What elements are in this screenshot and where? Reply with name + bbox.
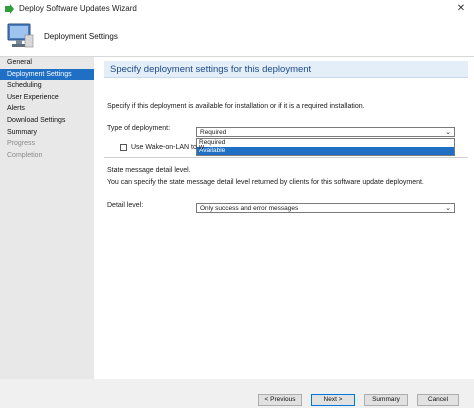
detail-level-label: Detail level: bbox=[107, 202, 144, 209]
type-of-deployment-dropdown[interactable]: Required Available bbox=[196, 138, 455, 156]
chevron-down-icon: ⌄ bbox=[445, 205, 451, 212]
sidebar-item-user-experience[interactable]: User Experience bbox=[0, 92, 94, 104]
page-banner: Specify deployment settings for this dep… bbox=[104, 61, 468, 78]
sidebar-item-progress: Progress bbox=[7, 140, 36, 148]
wake-on-lan-label: Use Wake-on-LAN to w bbox=[131, 144, 204, 151]
detail-level-value: Only success and error messages bbox=[200, 205, 299, 212]
close-icon[interactable]: ✕ bbox=[448, 0, 474, 17]
option-required[interactable]: Required bbox=[197, 139, 454, 147]
sidebar-item-download-settings[interactable]: Download Settings bbox=[0, 115, 94, 127]
intro-text: Specify if this deployment is available … bbox=[107, 103, 365, 110]
wizard-header: Deployment Settings bbox=[0, 17, 474, 57]
wake-on-lan-checkbox[interactable] bbox=[120, 144, 127, 151]
summary-button[interactable]: Summary bbox=[364, 394, 408, 406]
type-of-deployment-label: Type of deployment: bbox=[107, 125, 171, 132]
sidebar-item-deployment-settings[interactable]: Deployment Settings bbox=[0, 68, 94, 81]
sidebar-item-alerts[interactable]: Alerts bbox=[0, 103, 94, 115]
next-button[interactable]: Next > bbox=[311, 394, 355, 406]
state-message-description: You can specify the state message detail… bbox=[107, 179, 424, 186]
wizard-sidebar: General Deployment Settings Scheduling U… bbox=[0, 57, 94, 408]
sidebar-item-summary[interactable]: Summary bbox=[0, 127, 94, 139]
previous-button[interactable]: < Previous bbox=[258, 394, 302, 406]
option-available[interactable]: Available bbox=[197, 147, 454, 155]
cancel-button[interactable]: Cancel bbox=[417, 394, 459, 406]
state-message-heading: State message detail level. bbox=[107, 167, 191, 174]
sccm-arrow-icon bbox=[5, 3, 14, 14]
computer-monitor-icon bbox=[7, 23, 34, 48]
title-bar: Deploy Software Updates Wizard ✕ bbox=[0, 0, 474, 17]
sidebar-item-scheduling[interactable]: Scheduling bbox=[0, 80, 94, 92]
detail-level-select[interactable]: Only success and error messages ⌄ bbox=[196, 203, 455, 213]
sidebar-item-completion: Completion bbox=[7, 151, 43, 159]
wizard-content: Specify deployment settings for this dep… bbox=[94, 57, 474, 379]
page-title: Specify deployment settings for this dep… bbox=[110, 64, 312, 75]
chevron-down-icon: ⌄ bbox=[445, 129, 451, 136]
window-title: Deploy Software Updates Wizard bbox=[19, 4, 137, 13]
type-of-deployment-value: Required bbox=[200, 129, 227, 136]
type-of-deployment-select[interactable]: Required ⌄ bbox=[196, 127, 455, 137]
step-title: Deployment Settings bbox=[44, 32, 118, 41]
separator bbox=[104, 157, 468, 158]
sidebar-item-general[interactable]: General bbox=[0, 57, 94, 69]
